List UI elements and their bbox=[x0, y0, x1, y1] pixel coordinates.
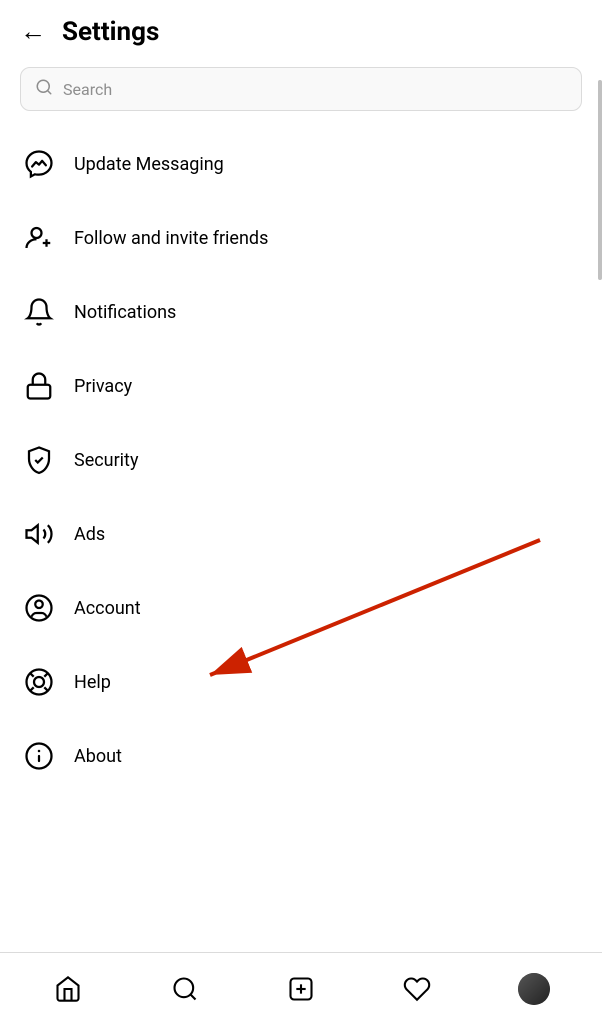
nav-search[interactable] bbox=[160, 964, 210, 1014]
megaphone-icon bbox=[20, 515, 58, 553]
settings-menu: Update Messaging Follow and invite frien… bbox=[0, 127, 602, 793]
menu-item-about[interactable]: About bbox=[0, 719, 602, 793]
search-bar[interactable]: Search bbox=[20, 67, 582, 111]
menu-label-follow-invite: Follow and invite friends bbox=[74, 228, 268, 249]
menu-item-ads[interactable]: Ads bbox=[0, 497, 602, 571]
menu-item-help[interactable]: Help bbox=[0, 645, 602, 719]
menu-item-notifications[interactable]: Notifications bbox=[0, 275, 602, 349]
person-circle-icon bbox=[20, 589, 58, 627]
info-circle-icon bbox=[20, 737, 58, 775]
menu-label-help: Help bbox=[74, 672, 111, 693]
menu-item-account[interactable]: Account bbox=[0, 571, 602, 645]
nav-activity[interactable] bbox=[392, 964, 442, 1014]
home-icon bbox=[54, 975, 82, 1003]
lock-icon bbox=[20, 367, 58, 405]
messenger-icon bbox=[20, 145, 58, 183]
menu-label-update-messaging: Update Messaging bbox=[74, 154, 224, 175]
menu-label-about: About bbox=[74, 746, 122, 767]
menu-label-privacy: Privacy bbox=[74, 376, 132, 397]
search-icon bbox=[35, 78, 53, 100]
search-placeholder: Search bbox=[63, 80, 112, 99]
menu-item-update-messaging[interactable]: Update Messaging bbox=[0, 127, 602, 201]
header: ← Settings bbox=[0, 0, 602, 59]
avatar bbox=[518, 973, 550, 1005]
bell-icon bbox=[20, 293, 58, 331]
menu-item-follow-invite[interactable]: Follow and invite friends bbox=[0, 201, 602, 275]
bottom-navigation bbox=[0, 952, 602, 1024]
add-icon bbox=[287, 975, 315, 1003]
search-nav-icon bbox=[171, 975, 199, 1003]
heart-icon bbox=[403, 975, 431, 1003]
menu-label-account: Account bbox=[74, 598, 141, 619]
menu-item-privacy[interactable]: Privacy bbox=[0, 349, 602, 423]
lifebuoy-icon bbox=[20, 663, 58, 701]
menu-item-security[interactable]: Security bbox=[0, 423, 602, 497]
menu-label-ads: Ads bbox=[74, 524, 105, 545]
scrollbar[interactable] bbox=[597, 0, 602, 1024]
menu-label-security: Security bbox=[74, 450, 138, 471]
nav-home[interactable] bbox=[43, 964, 93, 1014]
menu-label-notifications: Notifications bbox=[74, 302, 176, 323]
shield-check-icon bbox=[20, 441, 58, 479]
back-button[interactable]: ← bbox=[20, 16, 46, 47]
page-title: Settings bbox=[62, 17, 159, 47]
nav-add[interactable] bbox=[276, 964, 326, 1014]
add-person-icon bbox=[20, 219, 58, 257]
scrollbar-thumb[interactable] bbox=[598, 80, 602, 280]
nav-profile[interactable] bbox=[509, 964, 559, 1014]
